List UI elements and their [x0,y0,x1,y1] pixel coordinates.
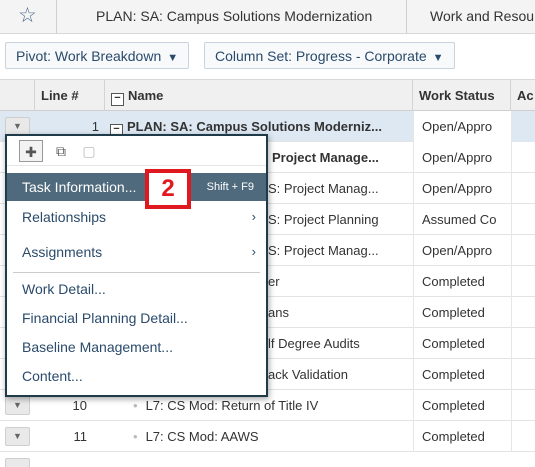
menu-item-baseline-management[interactable]: Baseline Management... [7,333,266,361]
row-name[interactable]: ans [268,297,413,328]
tab-divider [406,0,407,34]
shortcut-label: Shift + F9 [206,181,254,193]
row-name[interactable]: S: Project Manag... [268,173,413,204]
menu-item-label: Assignments [22,244,103,260]
row-name[interactable]: S: Project Manag... [268,235,413,266]
chevron-down-icon: ▼ [432,52,444,64]
row-status: Completed [413,390,511,421]
column-set-label: Column Set: Progress - Corporate [215,48,427,64]
row-status: Open/Appro [413,173,511,204]
row-actual [511,421,535,452]
pivot-dropdown[interactable]: Pivot: Work Breakdown ▼ [5,42,190,69]
menu-item-task-information[interactable]: Task Information... Shift + F9 [7,173,266,201]
row-status: Completed [413,359,511,390]
table-row[interactable] [0,452,535,467]
row-status: Open/Appro [413,142,511,173]
toolbar: Pivot: Work Breakdown ▼ Column Set: Progr… [0,34,535,77]
tab-plan[interactable]: PLAN: SA: Campus Solutions Modernization [96,8,372,24]
column-set-dropdown[interactable]: Column Set: Progress - Corporate ▼ [204,42,455,69]
row-menu-button[interactable]: ▼ [5,427,30,446]
tab-divider [56,0,57,34]
menu-item-work-detail[interactable]: Work Detail... [7,275,266,303]
grid-header: Line # − Name Work Status Ac [0,79,535,111]
copy-icon[interactable]: ⧉ [49,140,73,162]
header-name-label: Name [128,88,164,103]
row-name[interactable]: Project Manage... [272,142,413,173]
collapse-all-icon[interactable]: − [111,93,124,106]
row-name[interactable]: S: Project Planning [268,204,413,235]
chevron-right-icon: › [251,209,256,224]
menu-item-relationships[interactable]: Relationships › [7,203,266,231]
bullet-icon: • [133,429,138,444]
star-icon[interactable]: ☆ [18,5,37,26]
tab-work-resources[interactable]: Work and Resou [430,8,534,24]
header-line[interactable]: Line # [35,80,105,111]
tab-bar: ☆ PLAN: SA: Campus Solutions Modernizati… [0,0,535,34]
step-callout: 2 [145,169,191,209]
row-actual [511,328,535,359]
chevron-right-icon: › [251,244,256,259]
header-row-actions [0,80,35,111]
row-actual [511,111,535,142]
row-line: 11 [73,429,88,444]
row-name-text: L7: CS Mod: AAWS [145,429,259,444]
row-status: Completed [413,421,511,452]
row-status: Open/Appro [413,111,511,142]
row-actual [511,266,535,297]
menu-toolbar: ✚ ⧉ ▢ [7,136,266,166]
menu-item-content[interactable]: Content... [7,362,266,390]
row-name[interactable]: ack Validation [268,359,413,390]
row-menu-button[interactable] [5,458,30,467]
menu-item-label: Relationships [22,209,107,225]
header-name[interactable]: − Name [105,80,413,111]
row-actual [511,359,535,390]
add-task-icon[interactable]: ✚ [19,140,43,162]
menu-item-assignments[interactable]: Assignments › [7,238,266,266]
chevron-down-icon: ▼ [167,52,179,64]
header-actual[interactable]: Ac [511,80,535,111]
bullet-icon: • [133,398,138,413]
menu-item-financial-planning[interactable]: Financial Planning Detail... [7,304,266,332]
header-work-status[interactable]: Work Status [413,80,511,111]
row-actual [511,390,535,421]
row-status: Open/Appro [413,235,511,266]
row-status: Completed [413,266,511,297]
menu-divider [13,272,260,273]
row-name[interactable]: • L7: CS Mod: AAWS [133,421,413,452]
row-actual [511,142,535,173]
paste-icon[interactable]: ▢ [77,140,101,162]
row-context-menu: ✚ ⧉ ▢ Task Information... Shift + F9 Rel… [5,134,268,397]
pivot-label: Pivot: Work Breakdown [16,48,162,64]
row-menu-button[interactable]: ▼ [5,396,30,415]
row-actual [511,235,535,266]
row-name[interactable]: lf Degree Audits [268,328,413,359]
menu-item-label: Task Information... [22,179,137,195]
row-actual [511,173,535,204]
table-row[interactable]: ▼ 11 • L7: CS Mod: AAWS Completed [0,421,535,452]
row-status: Completed [413,297,511,328]
row-actual [511,297,535,328]
row-status: Assumed Co [413,204,511,235]
row-status: Completed [413,328,511,359]
row-name-text: PLAN: SA: Campus Solutions Moderniz... [127,119,382,134]
row-name-text: L7: CS Mod: Return of Title IV [145,398,319,413]
row-actual [511,204,535,235]
row-name[interactable]: er [268,266,413,297]
